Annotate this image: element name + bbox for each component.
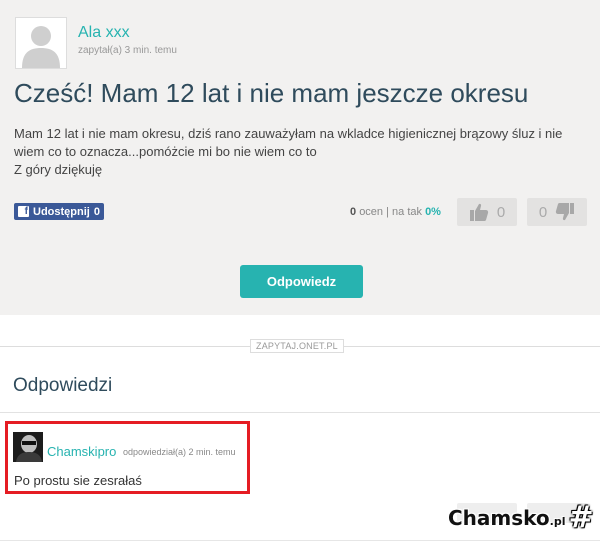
hash-icon: # — [568, 500, 594, 535]
question-body: Mam 12 lat i nie mam okresu, dziś rano z… — [14, 125, 589, 179]
facebook-icon: f — [18, 206, 29, 217]
user-silhouette-icon — [16, 18, 66, 68]
question-panel: Ala xxx zapytał(a) 3 min. temu Cześć! Ma… — [0, 0, 600, 315]
downvote-button[interactable]: 0 — [527, 198, 587, 226]
question-body-line: Mam 12 lat i nie mam okresu, dziś rano z… — [14, 126, 563, 141]
answer-author-link[interactable]: Chamskipro — [47, 444, 116, 459]
user-avatar[interactable] — [15, 17, 67, 69]
ratings-label: ocen — [359, 206, 384, 218]
watermark: Chamsko .pl # — [448, 503, 594, 533]
rating-stats: 0 ocen | na tak 0% — [350, 206, 441, 218]
watermark-text: Chamsko — [448, 506, 550, 530]
watermark-suffix: .pl — [549, 515, 566, 528]
yes-label: na tak — [392, 206, 422, 218]
share-label: Udostępnij — [33, 205, 90, 218]
question-timestamp: zapytał(a) 3 min. temu — [78, 45, 177, 56]
stats-separator: | — [386, 206, 389, 218]
yes-percent: 0% — [425, 206, 441, 218]
thumbs-down-icon — [556, 203, 575, 221]
downvote-count: 0 — [538, 203, 548, 221]
share-count: 0 — [93, 205, 100, 218]
thumbs-up-icon — [469, 203, 488, 221]
ratings-count: 0 — [350, 206, 357, 218]
answer-text: Po prostu sie zesrałaś — [14, 473, 142, 488]
source-tag: ZAPYTAJ.ONET.PL — [250, 339, 344, 353]
facebook-share-button[interactable]: f Udostępnij 0 — [14, 203, 104, 220]
user-photo-icon — [13, 432, 43, 462]
upvote-count: 0 — [496, 203, 506, 221]
answer-timestamp: odpowiedział(a) 2 min. temu — [123, 447, 236, 457]
answers-divider — [0, 412, 600, 413]
question-body-line: Z góry dziękuję — [14, 162, 103, 177]
question-body-line: wiem co to oznacza...pomóżcie mi bo nie … — [14, 144, 317, 159]
answer-button[interactable]: Odpowiedz — [240, 265, 363, 298]
question-author-link[interactable]: Ala xxx — [78, 24, 130, 42]
upvote-button[interactable]: 0 — [457, 198, 517, 226]
answer-avatar[interactable] — [13, 432, 43, 462]
question-title: Cześć! Mam 12 lat i nie mam jeszcze okre… — [14, 78, 529, 108]
answers-heading: Odpowiedzi — [13, 375, 113, 396]
answer-divider — [0, 540, 600, 541]
